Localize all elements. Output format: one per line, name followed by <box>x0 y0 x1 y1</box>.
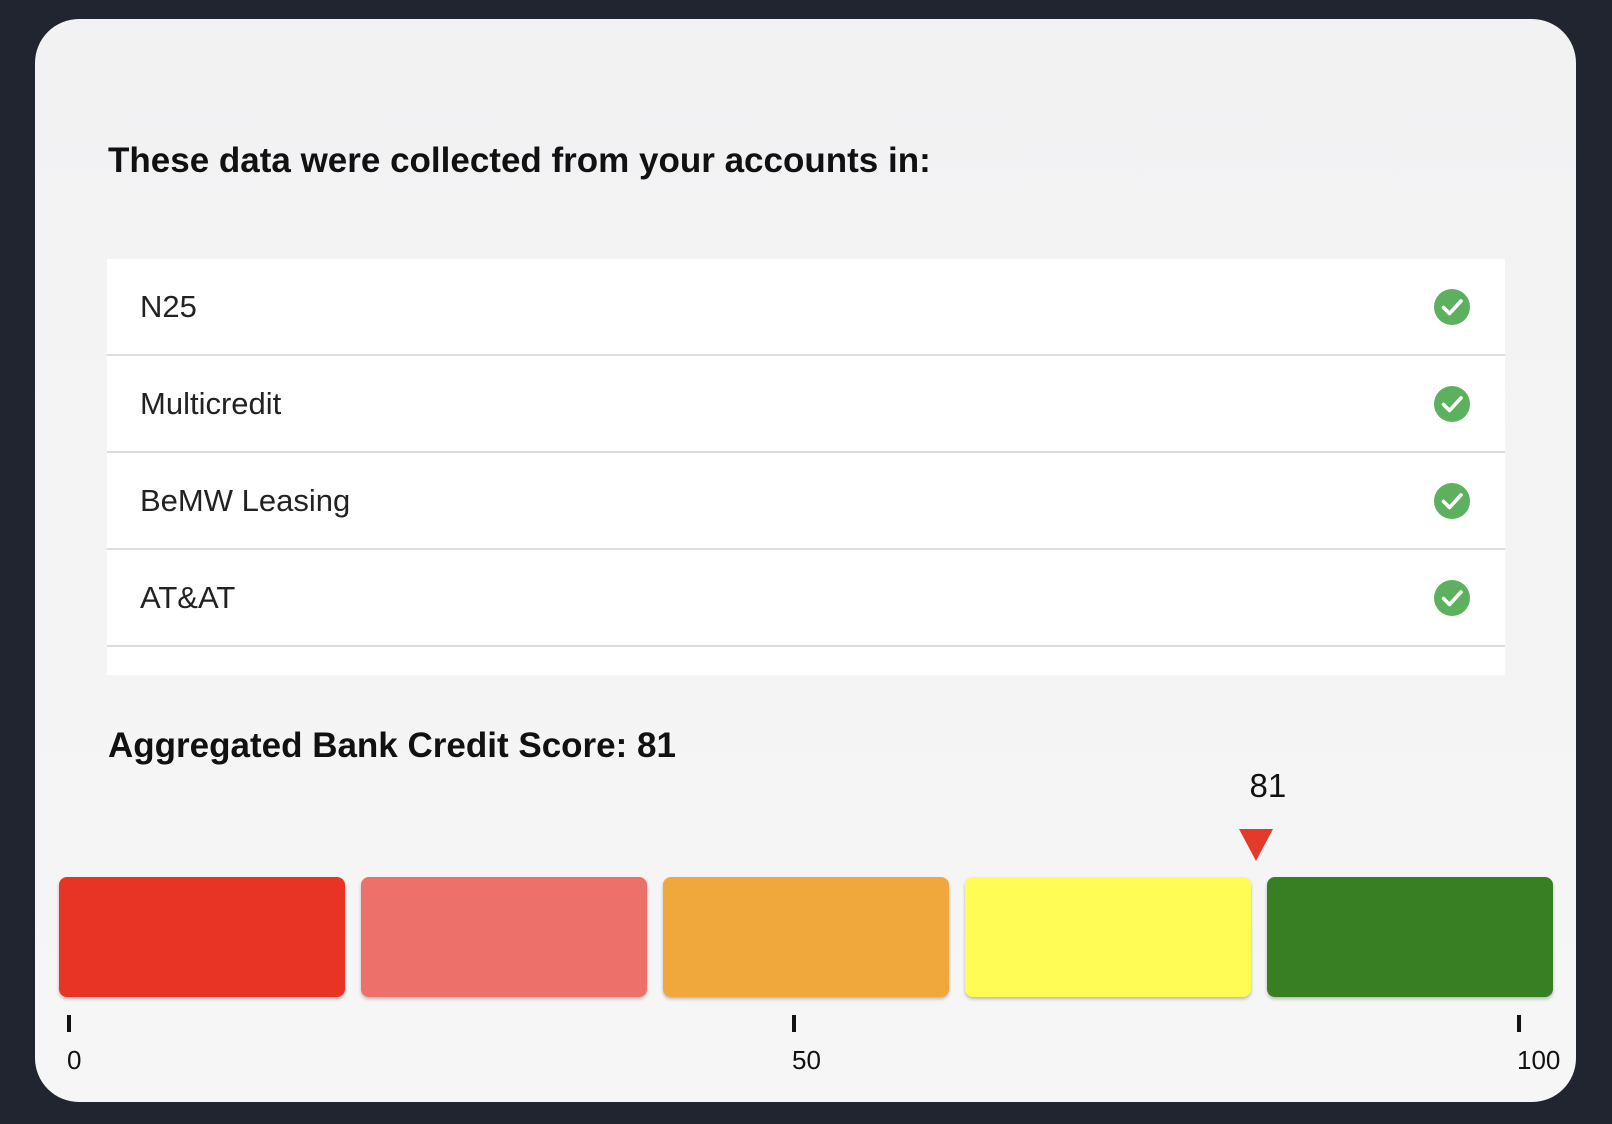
score-marker-value: 81 <box>1249 767 1287 804</box>
accounts-heading: These data were collected from your acco… <box>108 141 931 180</box>
account-row: N25 <box>107 259 1505 356</box>
check-circle-icon <box>1434 288 1470 325</box>
gauge-segment-good <box>965 877 1251 997</box>
gauge-segment-poor <box>361 877 647 997</box>
account-row: AT&AT <box>107 550 1505 647</box>
check-circle-icon <box>1434 579 1470 616</box>
account-name: BeMW Leasing <box>140 482 351 518</box>
scale-tick-label-100: 100 <box>1517 1045 1561 1075</box>
account-row: BeMW Leasing <box>107 453 1505 550</box>
gauge-segment-very-poor <box>59 877 345 997</box>
scale-tick-label-0: 0 <box>67 1045 82 1075</box>
score-marker-arrow-icon <box>1238 829 1273 861</box>
gauge-segment-fair <box>663 877 949 997</box>
account-name: N25 <box>140 288 197 324</box>
check-circle-icon <box>1434 385 1470 422</box>
scale-tick-label-50: 50 <box>792 1045 821 1075</box>
account-name: AT&AT <box>140 579 236 615</box>
account-row: Multicredit <box>107 356 1505 453</box>
credit-score-gauge: 81 0 50 100 <box>59 739 1560 1079</box>
scale-tick-100 <box>1517 1015 1521 1032</box>
gauge-segment-excellent <box>1267 877 1553 997</box>
accounts-list: N25 Multicredit BeMW Leasing AT&AT <box>107 259 1505 675</box>
account-name: Multicredit <box>140 385 282 421</box>
check-circle-icon <box>1434 482 1470 519</box>
scale-tick-50 <box>792 1015 796 1032</box>
scale-tick-0 <box>67 1015 71 1032</box>
credit-score-card: These data were collected from your acco… <box>35 19 1576 1102</box>
